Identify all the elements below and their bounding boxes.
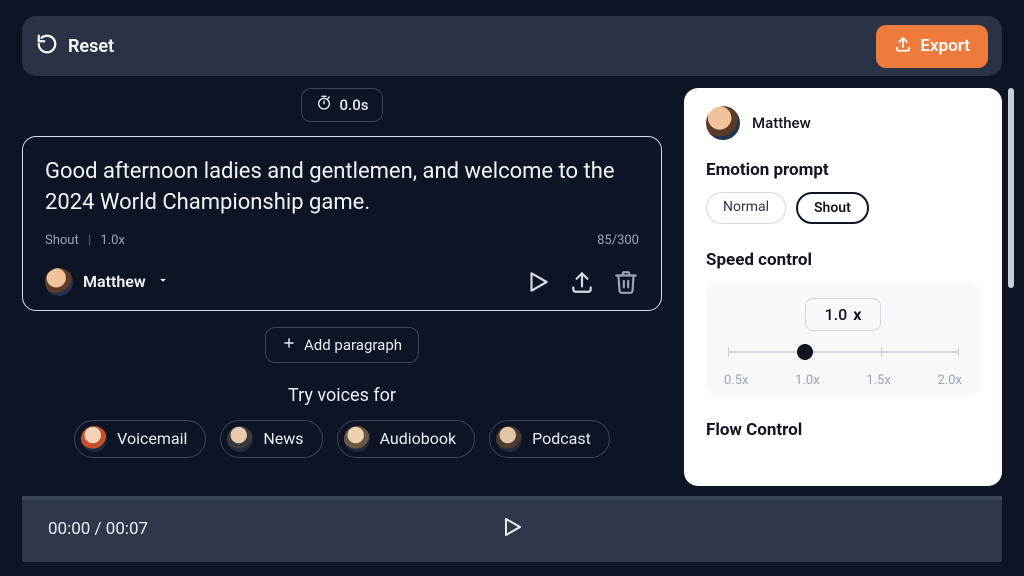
play-button[interactable] <box>500 515 524 543</box>
voice-name: Matthew <box>83 272 146 291</box>
chip-label: Podcast <box>532 429 591 448</box>
emotion-pill-shout[interactable]: Shout <box>796 192 869 224</box>
duration-chip[interactable]: 0.0s <box>301 88 384 122</box>
speed-number: 1.0 <box>825 305 848 324</box>
speed-control-box: 1.0 x 0.5x 1.0x 1.5x 2.0x <box>706 282 980 396</box>
paragraph-text[interactable]: Good afternoon ladies and gentlemen, and… <box>45 157 639 219</box>
chip-label: Voicemail <box>117 429 187 448</box>
stopwatch-icon <box>316 95 332 115</box>
tick-label: 1.5x <box>866 373 891 388</box>
voice-chip-voicemail[interactable]: Voicemail <box>74 420 206 458</box>
slider-track <box>728 351 958 353</box>
play-icon <box>500 524 524 543</box>
undo-icon <box>36 33 58 60</box>
caret-down-icon <box>156 272 170 291</box>
avatar-icon <box>45 268 73 296</box>
tick-label: 1.0x <box>795 373 820 388</box>
card-actions <box>525 269 639 295</box>
speed-value-input[interactable]: 1.0 x <box>805 298 881 331</box>
plus-icon <box>282 336 296 354</box>
add-paragraph-button[interactable]: Add paragraph <box>265 327 419 363</box>
avatar-icon <box>706 106 740 140</box>
speed-slider[interactable] <box>728 337 958 371</box>
slider-labels: 0.5x 1.0x 1.5x 2.0x <box>724 373 962 388</box>
speed-unit: x <box>853 305 861 324</box>
slider-tick <box>881 347 882 357</box>
topbar: Reset Export <box>22 16 1002 76</box>
chip-label: News <box>263 429 303 448</box>
trash-icon-button[interactable] <box>613 269 639 295</box>
editor-column: 0.0s Good afternoon ladies and gentlemen… <box>22 88 662 486</box>
paragraph-card[interactable]: Good afternoon ladies and gentlemen, and… <box>22 136 662 311</box>
meta-emotion: Shout <box>45 233 79 248</box>
char-count: 85/300 <box>597 233 639 248</box>
emotion-pill-normal[interactable]: Normal <box>706 192 786 224</box>
card-bottom: Matthew <box>45 268 639 296</box>
avatar-icon <box>81 426 107 452</box>
content-area: 0.0s Good afternoon ladies and gentlemen… <box>0 76 1024 486</box>
emotion-section-title: Emotion prompt <box>706 160 980 180</box>
tick-label: 0.5x <box>724 373 749 388</box>
time-display: 00:00 / 00:07 <box>48 519 148 539</box>
slider-tick <box>958 347 959 357</box>
voice-select[interactable]: Matthew <box>45 268 170 296</box>
meta-left: Shout | 1.0x <box>45 233 125 248</box>
reset-button[interactable]: Reset <box>36 33 114 60</box>
try-voices-title: Try voices for <box>22 385 662 406</box>
side-panel-header: Matthew <box>706 106 980 140</box>
emotion-pills: Normal Shout <box>706 192 980 224</box>
upload-icon-button[interactable] <box>569 269 595 295</box>
upload-icon <box>894 35 912 58</box>
side-voice-name: Matthew <box>752 114 811 132</box>
export-button[interactable]: Export <box>876 25 988 68</box>
playbar: 00:00 / 00:07 <box>22 496 1002 562</box>
add-paragraph-label: Add paragraph <box>304 336 402 354</box>
avatar-icon <box>496 426 522 452</box>
export-label: Export <box>920 36 970 56</box>
speed-section-title: Speed control <box>706 250 980 270</box>
duration-value: 0.0s <box>340 96 369 114</box>
play-icon-button[interactable] <box>525 269 551 295</box>
voice-chip-audiobook[interactable]: Audiobook <box>337 420 476 458</box>
avatar-icon <box>227 426 253 452</box>
app-root: Reset Export 0.0s Good afternoon ladies … <box>0 0 1024 576</box>
voice-chips-row: Voicemail News Audiobook Podcast <box>22 420 662 458</box>
slider-thumb[interactable] <box>797 344 813 360</box>
meta-speed: 1.0x <box>100 233 125 248</box>
reset-label: Reset <box>68 36 114 57</box>
side-panel: Matthew Emotion prompt Normal Shout Spee… <box>684 88 1002 486</box>
scrollbar[interactable] <box>1008 88 1014 288</box>
paragraph-meta: Shout | 1.0x 85/300 <box>45 233 639 248</box>
avatar-icon <box>344 426 370 452</box>
meta-sep: | <box>88 233 91 248</box>
flow-section-title: Flow Control <box>706 420 980 440</box>
chip-label: Audiobook <box>380 429 457 448</box>
voice-chip-podcast[interactable]: Podcast <box>489 420 610 458</box>
tick-label: 2.0x <box>937 373 962 388</box>
try-voices-section: Try voices for Voicemail News Audiobook <box>22 385 662 458</box>
voice-chip-news[interactable]: News <box>220 420 322 458</box>
slider-tick <box>728 347 729 357</box>
progress-track[interactable] <box>22 496 1002 500</box>
